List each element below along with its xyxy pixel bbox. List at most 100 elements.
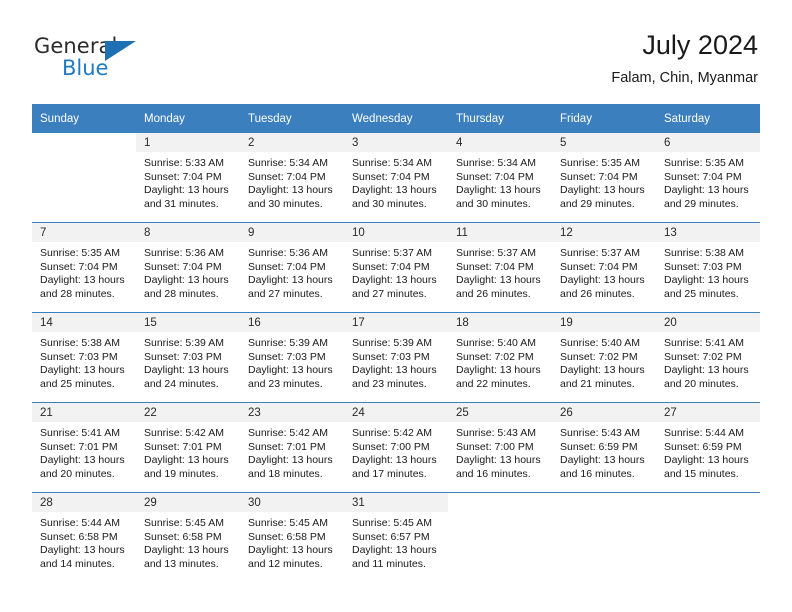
calendar-day-cell[interactable]: 28 Sunrise: 5:44 AM Sunset: 6:58 PM Dayligh… — [32, 492, 136, 582]
calendar-day-cell[interactable]: 25 Sunrise: 5:43 AM Sunset: 7:00 PM Dayligh… — [448, 402, 552, 493]
calendar-day-cell[interactable]: 21 Sunrise: 5:41 AM Sunset: 7:01 PM Dayligh… — [32, 402, 136, 493]
daylight-text-line1: Daylight: 13 hours — [144, 184, 229, 197]
sunrise-text: Sunrise: 5:41 AM — [664, 337, 744, 349]
day-number: 23 — [240, 403, 344, 422]
calendar-day-cell — [552, 492, 656, 582]
sunrise-text: Sunrise: 5:45 AM — [248, 517, 328, 529]
calendar-day-cell[interactable]: 15 Sunrise: 5:39 AM Sunset: 7:03 PM Dayligh… — [136, 312, 240, 403]
calendar-day-cell[interactable]: 9 Sunrise: 5:36 AM Sunset: 7:04 PM Daylight… — [240, 222, 344, 313]
calendar-day-cell[interactable]: 13 Sunrise: 5:38 AM Sunset: 7:03 PM Dayligh… — [656, 222, 760, 313]
daylight-text-line2: and 26 minutes. — [456, 287, 531, 300]
calendar-day-cell[interactable]: 10 Sunrise: 5:37 AM Sunset: 7:04 PM Dayligh… — [344, 222, 448, 313]
weekday-header-monday: Monday — [136, 104, 240, 133]
calendar-week-row: 7 Sunrise: 5:35 AM Sunset: 7:04 PM Daylight… — [32, 222, 760, 313]
calendar-day-cell[interactable]: 16 Sunrise: 5:39 AM Sunset: 7:03 PM Dayligh… — [240, 312, 344, 403]
weekday-header-friday: Friday — [552, 104, 656, 133]
sunrise-text: Sunrise: 5:45 AM — [352, 517, 432, 529]
sunrise-text: Sunrise: 5:36 AM — [144, 247, 224, 259]
page-header: General Blue July 2024 Falam, Chin, Myan… — [34, 28, 758, 100]
daylight-text-line1: Daylight: 13 hours — [560, 364, 645, 377]
calendar-day-cell[interactable]: 1 Sunrise: 5:33 AM Sunset: 7:04 PM Daylight… — [136, 133, 240, 223]
day-cell-content: 1 Sunrise: 5:33 AM Sunset: 7:04 PM Daylight… — [136, 133, 240, 222]
sunset-text: Sunset: 7:04 PM — [352, 170, 430, 183]
calendar-day-cell[interactable]: 8 Sunrise: 5:36 AM Sunset: 7:04 PM Daylight… — [136, 222, 240, 313]
sunset-text: Sunset: 7:04 PM — [352, 260, 430, 273]
calendar-day-cell[interactable]: 17 Sunrise: 5:39 AM Sunset: 7:03 PM Dayligh… — [344, 312, 448, 403]
calendar-day-cell[interactable]: 23 Sunrise: 5:42 AM Sunset: 7:01 PM Dayligh… — [240, 402, 344, 493]
sunrise-text: Sunrise: 5:41 AM — [40, 427, 120, 439]
day-sun-info: Sunrise: 5:36 AM Sunset: 7:04 PM Daylight:… — [240, 242, 344, 301]
location-subtitle: Falam, Chin, Myanmar — [611, 70, 758, 86]
calendar-day-cell[interactable]: 12 Sunrise: 5:37 AM Sunset: 7:04 PM Dayligh… — [552, 222, 656, 313]
calendar-week-row: 14 Sunrise: 5:38 AM Sunset: 7:03 PM Dayligh… — [32, 312, 760, 403]
calendar-day-cell[interactable]: 20 Sunrise: 5:41 AM Sunset: 7:02 PM Dayligh… — [656, 312, 760, 403]
calendar-day-cell[interactable]: 24 Sunrise: 5:42 AM Sunset: 7:00 PM Dayligh… — [344, 402, 448, 493]
brand-name-blue: Blue — [62, 56, 109, 80]
sunset-text: Sunset: 7:04 PM — [248, 260, 326, 273]
daylight-text-line2: and 25 minutes. — [40, 377, 115, 390]
calendar-day-cell[interactable]: 6 Sunrise: 5:35 AM Sunset: 7:04 PM Daylight… — [656, 133, 760, 223]
day-number: 2 — [240, 133, 344, 152]
day-number — [656, 493, 760, 512]
day-number: 7 — [32, 223, 136, 242]
day-sun-info: Sunrise: 5:38 AM Sunset: 7:03 PM Daylight:… — [656, 242, 760, 301]
day-sun-info: Sunrise: 5:40 AM Sunset: 7:02 PM Daylight:… — [448, 332, 552, 391]
day-sun-info: Sunrise: 5:38 AM Sunset: 7:03 PM Daylight:… — [32, 332, 136, 391]
day-cell-content: 26 Sunrise: 5:43 AM Sunset: 6:59 PM Dayligh… — [552, 403, 656, 493]
daylight-text-line2: and 30 minutes. — [352, 197, 427, 210]
sunrise-text: Sunrise: 5:34 AM — [456, 157, 536, 169]
daylight-text-line1: Daylight: 13 hours — [352, 364, 437, 377]
daylight-text-line1: Daylight: 13 hours — [456, 184, 541, 197]
day-cell-content: 6 Sunrise: 5:35 AM Sunset: 7:04 PM Daylight… — [656, 133, 760, 222]
daylight-text-line1: Daylight: 13 hours — [456, 454, 541, 467]
calendar-day-cell[interactable]: 22 Sunrise: 5:42 AM Sunset: 7:01 PM Dayligh… — [136, 402, 240, 493]
sunrise-text: Sunrise: 5:35 AM — [664, 157, 744, 169]
daylight-text-line1: Daylight: 13 hours — [560, 454, 645, 467]
calendar-day-cell[interactable]: 30 Sunrise: 5:45 AM Sunset: 6:58 PM Dayligh… — [240, 492, 344, 582]
calendar-day-cell[interactable]: 4 Sunrise: 5:34 AM Sunset: 7:04 PM Daylight… — [448, 133, 552, 223]
day-number: 29 — [136, 493, 240, 512]
sunrise-text: Sunrise: 5:40 AM — [456, 337, 536, 349]
calendar-day-cell[interactable]: 3 Sunrise: 5:34 AM Sunset: 7:04 PM Daylight… — [344, 133, 448, 223]
day-sun-info: Sunrise: 5:42 AM Sunset: 7:01 PM Daylight:… — [240, 422, 344, 481]
calendar-day-cell[interactable]: 2 Sunrise: 5:34 AM Sunset: 7:04 PM Daylight… — [240, 133, 344, 223]
day-number — [552, 493, 656, 512]
day-cell-content: 13 Sunrise: 5:38 AM Sunset: 7:03 PM Dayligh… — [656, 223, 760, 313]
calendar-day-cell[interactable]: 27 Sunrise: 5:44 AM Sunset: 6:59 PM Dayligh… — [656, 402, 760, 493]
daylight-text-line2: and 31 minutes. — [144, 197, 219, 210]
calendar-day-cell[interactable]: 7 Sunrise: 5:35 AM Sunset: 7:04 PM Daylight… — [32, 222, 136, 313]
brand-logo[interactable]: General Blue — [34, 34, 154, 86]
sunset-text: Sunset: 7:00 PM — [456, 440, 534, 453]
sunset-text: Sunset: 7:03 PM — [248, 350, 326, 363]
calendar-day-cell[interactable]: 11 Sunrise: 5:37 AM Sunset: 7:04 PM Dayligh… — [448, 222, 552, 313]
day-number: 4 — [448, 133, 552, 152]
daylight-text-line2: and 23 minutes. — [248, 377, 323, 390]
sunrise-text: Sunrise: 5:37 AM — [560, 247, 640, 259]
sunrise-text: Sunrise: 5:44 AM — [40, 517, 120, 529]
calendar-day-cell[interactable]: 18 Sunrise: 5:40 AM Sunset: 7:02 PM Dayligh… — [448, 312, 552, 403]
day-number: 20 — [656, 313, 760, 332]
calendar-day-cell[interactable]: 19 Sunrise: 5:40 AM Sunset: 7:02 PM Dayligh… — [552, 312, 656, 403]
daylight-text-line2: and 27 minutes. — [352, 287, 427, 300]
day-number: 25 — [448, 403, 552, 422]
day-number: 1 — [136, 133, 240, 152]
day-cell-content: 17 Sunrise: 5:39 AM Sunset: 7:03 PM Dayligh… — [344, 313, 448, 403]
day-cell-content — [32, 133, 136, 222]
sunrise-text: Sunrise: 5:33 AM — [144, 157, 224, 169]
daylight-text-line1: Daylight: 13 hours — [144, 454, 229, 467]
day-number: 15 — [136, 313, 240, 332]
day-sun-info: Sunrise: 5:45 AM Sunset: 6:58 PM Daylight:… — [240, 512, 344, 571]
calendar-day-cell[interactable]: 14 Sunrise: 5:38 AM Sunset: 7:03 PM Dayligh… — [32, 312, 136, 403]
daylight-text-line1: Daylight: 13 hours — [664, 454, 749, 467]
day-number: 19 — [552, 313, 656, 332]
calendar-day-cell[interactable]: 5 Sunrise: 5:35 AM Sunset: 7:04 PM Daylight… — [552, 133, 656, 223]
day-cell-content: 4 Sunrise: 5:34 AM Sunset: 7:04 PM Daylight… — [448, 133, 552, 222]
calendar-day-cell[interactable]: 29 Sunrise: 5:45 AM Sunset: 6:58 PM Dayligh… — [136, 492, 240, 582]
daylight-text-line1: Daylight: 13 hours — [560, 184, 645, 197]
calendar-day-cell[interactable]: 26 Sunrise: 5:43 AM Sunset: 6:59 PM Dayligh… — [552, 402, 656, 493]
calendar-day-cell[interactable]: 31 Sunrise: 5:45 AM Sunset: 6:57 PM Dayligh… — [344, 492, 448, 582]
day-cell-content: 2 Sunrise: 5:34 AM Sunset: 7:04 PM Daylight… — [240, 133, 344, 222]
day-sun-info: Sunrise: 5:40 AM Sunset: 7:02 PM Daylight:… — [552, 332, 656, 391]
day-sun-info: Sunrise: 5:33 AM Sunset: 7:04 PM Daylight:… — [136, 152, 240, 211]
day-cell-content: 11 Sunrise: 5:37 AM Sunset: 7:04 PM Dayligh… — [448, 223, 552, 313]
